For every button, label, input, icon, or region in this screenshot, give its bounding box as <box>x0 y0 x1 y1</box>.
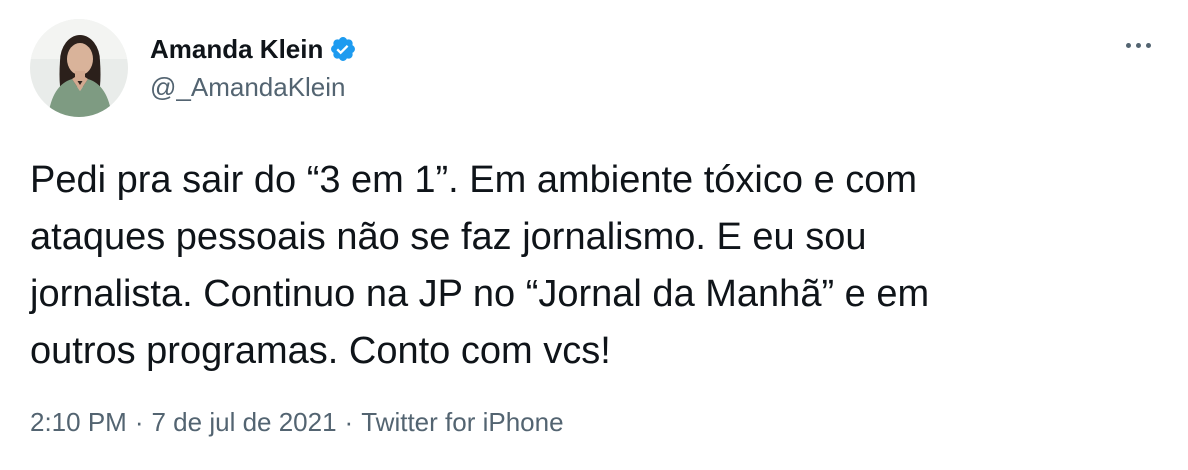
meta-separator: · <box>134 407 144 437</box>
tweet-text: Pedi pra sair do “3 em 1”. Em ambiente t… <box>30 159 930 372</box>
verified-badge-icon <box>329 35 357 63</box>
tweet-time[interactable]: 2:10 PM <box>30 406 127 438</box>
tweet-card: Amanda Klein @_AmandaKlein Pedi pra sair… <box>0 0 1188 470</box>
author-handle[interactable]: @_AmandaKlein <box>150 71 357 103</box>
more-horizontal-icon[interactable] <box>1118 30 1158 60</box>
tweet-date[interactable]: 7 de jul de 2021 <box>152 406 337 438</box>
more-dot <box>1135 42 1141 48</box>
tweet-source[interactable]: Twitter for iPhone <box>361 406 563 438</box>
author-names: Amanda Klein @_AmandaKlein <box>150 33 357 103</box>
more-dot <box>1145 42 1151 48</box>
display-name[interactable]: Amanda Klein <box>150 33 323 65</box>
more-dot <box>1125 42 1131 48</box>
tweet-meta: 2:10 PM · 7 de jul de 2021 · Twitter for… <box>30 406 564 438</box>
avatar[interactable] <box>30 19 128 117</box>
name-row: Amanda Klein <box>150 33 357 65</box>
tweet-header: Amanda Klein @_AmandaKlein <box>30 18 357 118</box>
avatar-image <box>30 19 128 117</box>
meta-separator: · <box>344 407 354 437</box>
